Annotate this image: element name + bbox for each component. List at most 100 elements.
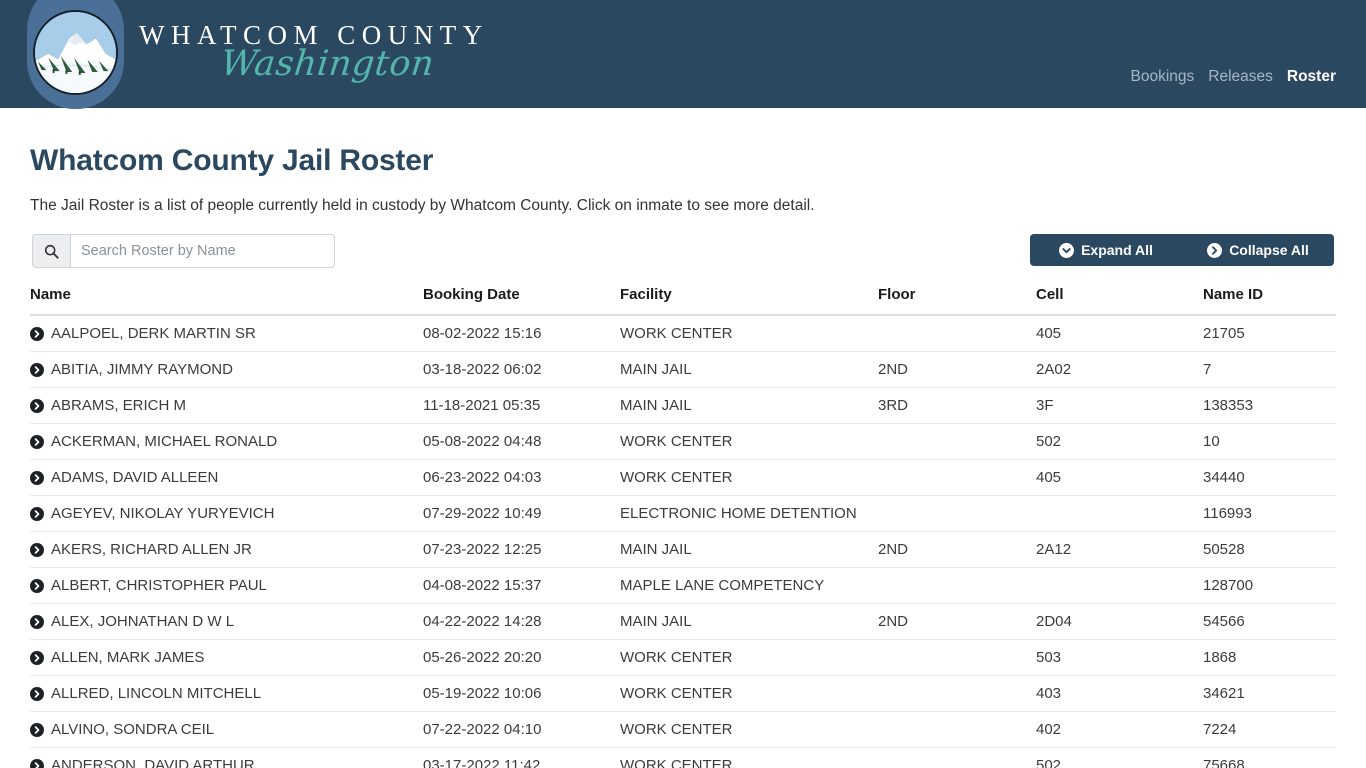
cell-name-id: 138353 bbox=[1203, 387, 1336, 424]
cell-floor bbox=[878, 711, 1036, 748]
chevron-right-circle-icon[interactable] bbox=[30, 722, 44, 737]
table-row[interactable]: ALBERT, CHRISTOPHER PAUL 04-08-2022 15:37… bbox=[30, 567, 1336, 604]
cell-booking-date: 11-18-2021 05:35 bbox=[423, 387, 620, 424]
cell-name[interactable]: AALPOEL, DERK MARTIN SR bbox=[30, 315, 423, 352]
column-header-booking-date[interactable]: Booking Date bbox=[423, 286, 620, 316]
inmate-name: ALLEN, MARK JAMES bbox=[51, 649, 205, 666]
cell-name[interactable]: ALLEN, MARK JAMES bbox=[30, 639, 423, 676]
cell-booking-date: 03-17-2022 11:42 bbox=[423, 747, 620, 768]
cell-booking-date: 05-26-2022 20:20 bbox=[423, 639, 620, 676]
page-content: Whatcom County Jail Roster The Jail Rost… bbox=[0, 144, 1366, 768]
site-header: WHATCOM COUNTY Washington Bookings Relea… bbox=[0, 0, 1366, 109]
cell-cell: 403 bbox=[1036, 675, 1203, 712]
cell-floor: 2ND bbox=[878, 531, 1036, 568]
chevron-right-circle-icon[interactable] bbox=[30, 578, 44, 593]
chevron-right-circle-icon[interactable] bbox=[30, 434, 44, 449]
cell-booking-date: 07-22-2022 04:10 bbox=[423, 711, 620, 748]
cell-name[interactable]: ALVINO, SONDRA CEIL bbox=[30, 711, 423, 748]
inmate-link[interactable]: ABRAMS, ERICH M bbox=[30, 397, 423, 414]
cell-name[interactable]: ACKERMAN, MICHAEL RONALD bbox=[30, 423, 423, 460]
cell-name[interactable]: ALBERT, CHRISTOPHER PAUL bbox=[30, 567, 423, 604]
cell-facility: MAIN JAIL bbox=[620, 351, 878, 388]
chevron-right-circle-icon[interactable] bbox=[30, 362, 44, 377]
chevron-right-circle-icon[interactable] bbox=[30, 326, 44, 341]
chevron-down-circle-icon bbox=[1059, 242, 1075, 258]
inmate-link[interactable]: ALLRED, LINCOLN MITCHELL bbox=[30, 685, 423, 702]
table-row[interactable]: ANDERSON, DAVID ARTHUR 03-17-2022 11:42 WO… bbox=[30, 747, 1336, 768]
inmate-link[interactable]: AALPOEL, DERK MARTIN SR bbox=[30, 325, 423, 342]
cell-name[interactable]: ABRAMS, ERICH M bbox=[30, 387, 423, 424]
column-header-cell[interactable]: Cell bbox=[1036, 286, 1203, 316]
collapse-all-button[interactable]: Collapse All bbox=[1182, 234, 1334, 266]
inmate-name: ACKERMAN, MICHAEL RONALD bbox=[51, 433, 278, 450]
table-row[interactable]: AALPOEL, DERK MARTIN SR 08-02-2022 15:16 W… bbox=[30, 315, 1336, 352]
chevron-right-circle-icon[interactable] bbox=[30, 542, 44, 557]
cell-floor: 2ND bbox=[878, 603, 1036, 640]
table-row[interactable]: ALEX, JOHNATHAN D W L 04-22-2022 14:28 MAI… bbox=[30, 603, 1336, 640]
nav-item-roster[interactable]: Roster bbox=[1287, 68, 1336, 86]
inmate-link[interactable]: ALEX, JOHNATHAN D W L bbox=[30, 613, 423, 630]
search-input[interactable] bbox=[70, 234, 335, 268]
nav-item-bookings[interactable]: Bookings bbox=[1131, 68, 1195, 86]
inmate-link[interactable]: ACKERMAN, MICHAEL RONALD bbox=[30, 433, 423, 450]
column-header-name-id[interactable]: Name ID bbox=[1203, 286, 1336, 316]
nav-item-releases[interactable]: Releases bbox=[1208, 68, 1273, 86]
cell-name-id: 128700 bbox=[1203, 567, 1336, 604]
inmate-link[interactable]: ALLEN, MARK JAMES bbox=[30, 649, 423, 666]
chevron-right-circle-icon[interactable] bbox=[30, 506, 44, 521]
cell-name[interactable]: ANDERSON, DAVID ARTHUR bbox=[30, 747, 423, 768]
cell-name-id: 1868 bbox=[1203, 639, 1336, 676]
chevron-right-circle-icon[interactable] bbox=[30, 686, 44, 701]
inmate-link[interactable]: ADAMS, DAVID ALLEEN bbox=[30, 469, 423, 486]
cell-name[interactable]: ALLRED, LINCOLN MITCHELL bbox=[30, 675, 423, 712]
cell-name[interactable]: AKERS, RICHARD ALLEN JR bbox=[30, 531, 423, 568]
cell-floor bbox=[878, 423, 1036, 460]
roster-controls: Expand All Collapse All bbox=[30, 234, 1336, 268]
column-header-floor[interactable]: Floor bbox=[878, 286, 1036, 316]
inmate-link[interactable]: ALVINO, SONDRA CEIL bbox=[30, 721, 423, 738]
inmate-link[interactable]: ABITIA, JIMMY RAYMOND bbox=[30, 361, 423, 378]
inmate-name: AKERS, RICHARD ALLEN JR bbox=[51, 541, 252, 558]
inmate-name: ALVINO, SONDRA CEIL bbox=[51, 721, 215, 738]
chevron-right-circle-icon[interactable] bbox=[30, 470, 44, 485]
chevron-right-circle-icon[interactable] bbox=[30, 758, 44, 768]
cell-floor bbox=[878, 747, 1036, 768]
table-row[interactable]: ADAMS, DAVID ALLEEN 06-23-2022 04:03 WORK … bbox=[30, 459, 1336, 496]
table-row[interactable]: ACKERMAN, MICHAEL RONALD 05-08-2022 04:48… bbox=[30, 423, 1336, 460]
cell-floor bbox=[878, 675, 1036, 712]
table-row[interactable]: ABRAMS, ERICH M 11-18-2021 05:35 MAIN JAIL… bbox=[30, 387, 1336, 424]
inmate-link[interactable]: ANDERSON, DAVID ARTHUR bbox=[30, 757, 423, 768]
table-header-row: Name Booking Date Facility Floor Cell Na… bbox=[30, 286, 1336, 316]
inmate-name: ANDERSON, DAVID ARTHUR bbox=[51, 757, 255, 768]
column-header-facility[interactable]: Facility bbox=[620, 286, 878, 316]
inmate-link[interactable]: ALBERT, CHRISTOPHER PAUL bbox=[30, 577, 423, 594]
cell-facility: MAIN JAIL bbox=[620, 387, 878, 424]
cell-name[interactable]: ABITIA, JIMMY RAYMOND bbox=[30, 351, 423, 388]
cell-name-id: 34440 bbox=[1203, 459, 1336, 496]
brand-state-name: Washington bbox=[218, 44, 437, 84]
chevron-right-circle-icon[interactable] bbox=[30, 650, 44, 665]
cell-name[interactable]: AGEYEV, NIKOLAY YURYEVICH bbox=[30, 495, 423, 532]
cell-facility: MAPLE LANE COMPETENCY bbox=[620, 567, 878, 604]
table-row[interactable]: AKERS, RICHARD ALLEN JR 07-23-2022 12:25 M… bbox=[30, 531, 1336, 568]
cell-name-id: 7224 bbox=[1203, 711, 1336, 748]
cell-booking-date: 05-19-2022 10:06 bbox=[423, 675, 620, 712]
table-row[interactable]: ALVINO, SONDRA CEIL 07-22-2022 04:10 WORK … bbox=[30, 711, 1336, 748]
expand-all-label: Expand All bbox=[1081, 242, 1153, 258]
table-row[interactable]: ABITIA, JIMMY RAYMOND 03-18-2022 06:02 MAI… bbox=[30, 351, 1336, 388]
search-icon[interactable] bbox=[32, 234, 70, 268]
table-row[interactable]: AGEYEV, NIKOLAY YURYEVICH 07-29-2022 10:4… bbox=[30, 495, 1336, 532]
inmate-link[interactable]: AGEYEV, NIKOLAY YURYEVICH bbox=[30, 505, 423, 522]
table-row[interactable]: ALLRED, LINCOLN MITCHELL 05-19-2022 10:06… bbox=[30, 675, 1336, 712]
cell-facility: MAIN JAIL bbox=[620, 603, 878, 640]
cell-name[interactable]: ALEX, JOHNATHAN D W L bbox=[30, 603, 423, 640]
inmate-link[interactable]: AKERS, RICHARD ALLEN JR bbox=[30, 541, 423, 558]
chevron-right-circle-icon[interactable] bbox=[30, 614, 44, 629]
column-header-name[interactable]: Name bbox=[30, 286, 423, 316]
cell-facility: WORK CENTER bbox=[620, 747, 878, 768]
expand-all-button[interactable]: Expand All bbox=[1030, 234, 1182, 266]
table-row[interactable]: ALLEN, MARK JAMES 05-26-2022 20:20 WORK CE… bbox=[30, 639, 1336, 676]
chevron-right-circle-icon[interactable] bbox=[30, 398, 44, 413]
cell-name[interactable]: ADAMS, DAVID ALLEEN bbox=[30, 459, 423, 496]
cell-booking-date: 04-08-2022 15:37 bbox=[423, 567, 620, 604]
